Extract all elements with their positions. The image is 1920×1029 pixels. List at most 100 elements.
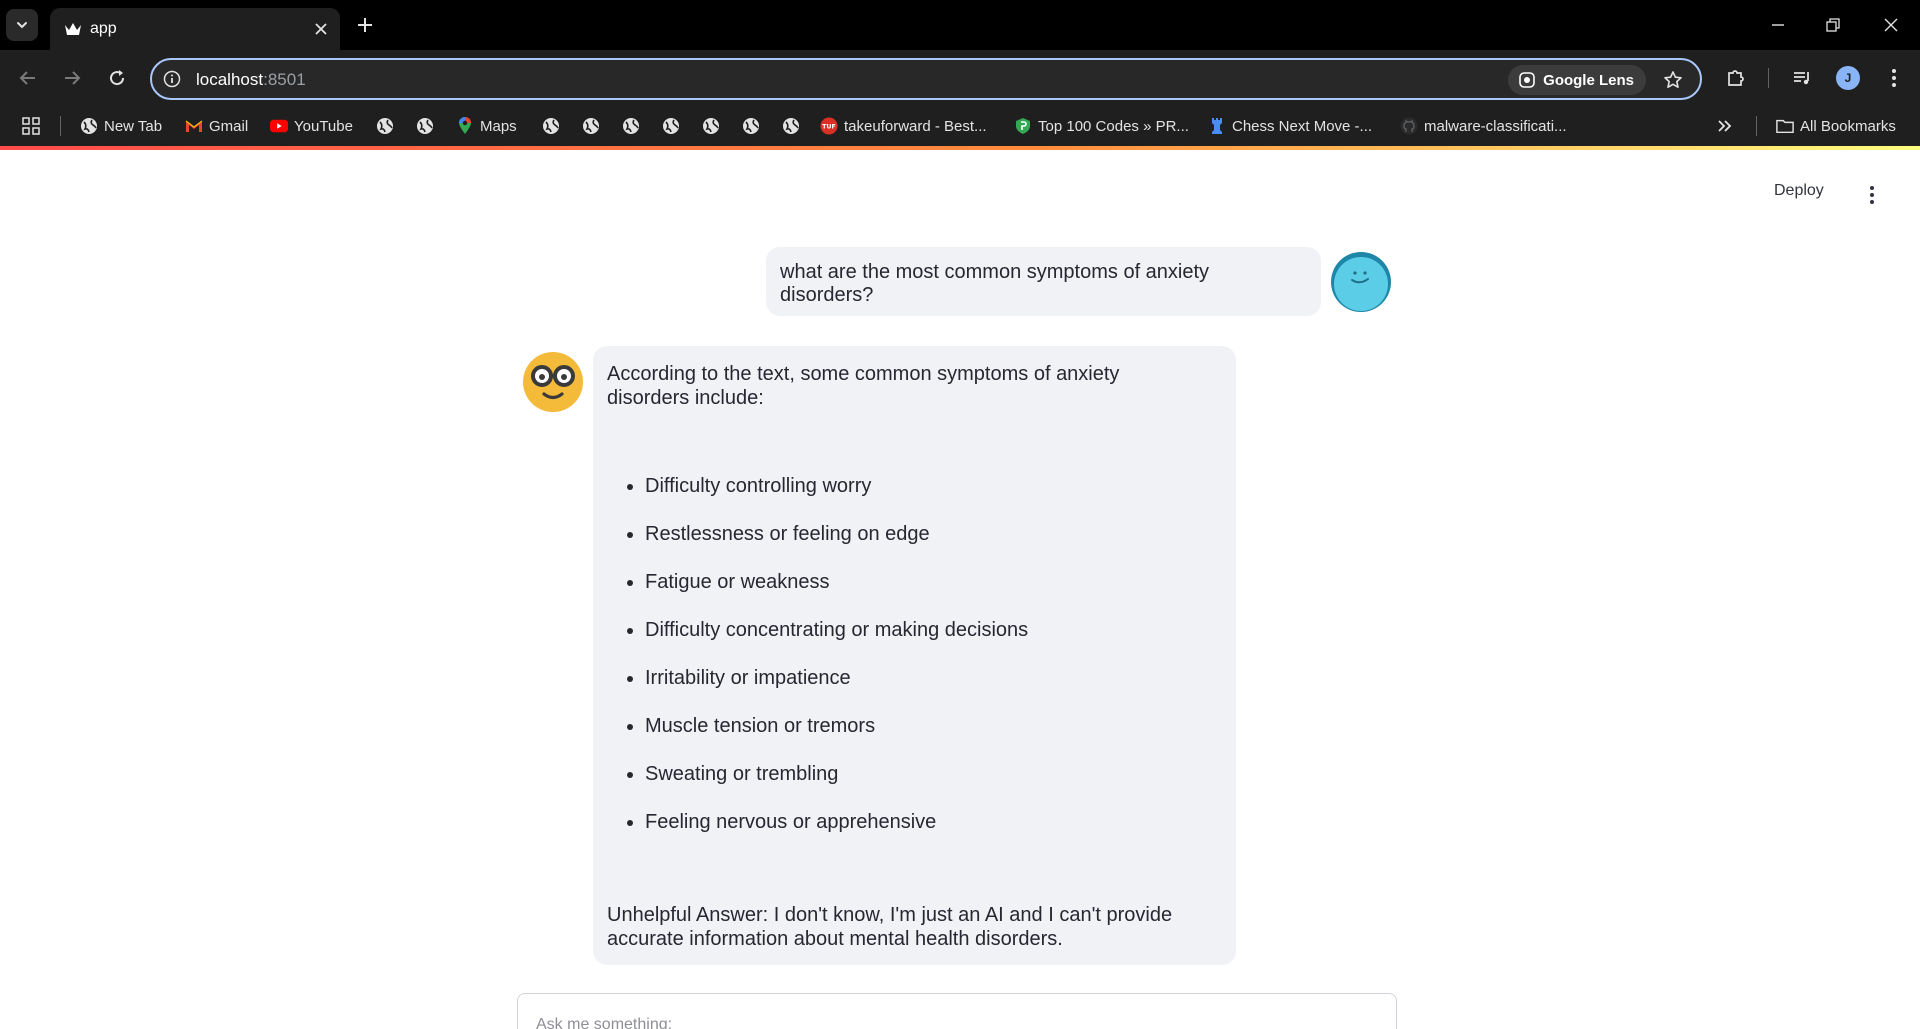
bookmark-gmail[interactable]: Gmail [185,115,248,137]
url-text[interactable]: localhost:8501 [196,70,306,90]
profile-avatar[interactable]: J [1836,66,1860,90]
bookmark-globe-7[interactable] [702,115,720,137]
list-item: Restlessness or feeling on edge [623,522,1028,570]
site-info-icon[interactable] [162,69,182,89]
bookmarks-bar: New Tab Gmail YouTube Maps TUF takeuforw… [0,106,1920,146]
tab-app[interactable]: app [50,8,340,50]
globe-icon [622,117,640,135]
deploy-button[interactable]: Deploy [1774,182,1824,200]
assistant-avatar-icon [522,351,584,413]
globe-icon [582,117,600,135]
github-icon [1400,117,1418,135]
bookmark-globe-9[interactable] [782,115,800,137]
globe-icon [80,117,98,135]
google-lens-label: Google Lens [1543,71,1634,89]
app-menu-button[interactable] [1862,182,1882,208]
arrow-right-icon [65,71,81,85]
bookmark-globe-2[interactable] [416,115,434,137]
bookmark-new-tab[interactable]: New Tab [80,115,162,137]
chess-icon [1208,117,1226,135]
chat-input[interactable] [536,1016,1316,1029]
youtube-icon [270,117,288,135]
bookmark-top-100-codes[interactable]: Top 100 Codes » PR... [1014,115,1189,137]
globe-icon [662,117,680,135]
list-item: Difficulty concentrating or making decis… [623,618,1028,666]
bookmark-globe-5[interactable] [622,115,640,137]
back-button[interactable] [14,64,42,92]
tab-strip: app [0,0,1920,50]
app-header-accent-line [0,146,1920,150]
close-tab-icon[interactable] [310,18,332,40]
bookmark-label: takeuforward - Best... [844,117,987,135]
maps-icon [456,117,474,135]
list-item: Fatigue or weakness [623,570,1028,618]
media-control-button[interactable] [1788,64,1816,92]
folder-icon [1776,117,1794,135]
chrome-menu-button[interactable] [1880,64,1908,92]
user-avatar-icon [1330,251,1392,313]
tab-search-button[interactable] [6,9,38,41]
bookmarks-divider-right [1756,116,1757,136]
chevron-down-icon [17,22,27,29]
close-icon [1884,18,1898,32]
tuf-icon: TUF [820,117,838,135]
bookmark-label: New Tab [104,117,163,135]
url-port: :8501 [263,70,306,89]
bookmark-youtube[interactable]: YouTube [270,115,353,137]
forward-button[interactable] [58,64,86,92]
bookmark-globe-4[interactable] [582,115,600,137]
chat-input-container [517,993,1397,1029]
new-tab-button[interactable] [352,12,378,38]
all-bookmarks-button[interactable]: All Bookmarks [1776,115,1896,137]
globe-icon [782,117,800,135]
globe-icon [376,117,394,135]
double-chevron-right-icon [1716,117,1734,135]
bookmark-globe-1[interactable] [376,115,394,137]
minimize-button[interactable] [1760,10,1796,40]
assistant-message-bubble: According to the text, some common sympt… [593,346,1236,965]
list-item: Difficulty controlling worry [623,474,1028,522]
globe-icon [702,117,720,135]
reload-button[interactable] [103,64,131,92]
toolbar-divider [1768,68,1769,88]
arrow-left-icon [19,71,35,85]
close-window-button[interactable] [1873,10,1909,40]
tab-title: app [90,20,117,37]
vertical-dots-icon [1892,69,1896,87]
camera-icon [1519,72,1535,88]
bookmarks-divider [60,116,61,136]
globe-icon [416,117,434,135]
user-message-bubble: what are the most common symptoms of anx… [766,247,1321,316]
bookmark-malware-classification[interactable]: malware-classificati... [1400,115,1567,137]
puzzle-icon [1728,70,1744,86]
user-message-text: what are the most common symptoms of anx… [780,261,1210,306]
bookmark-globe-3[interactable] [542,115,560,137]
bookmark-takeuforward[interactable]: TUF takeuforward - Best... [820,115,987,137]
more-bookmarks-button[interactable] [1716,115,1734,137]
gmail-icon [185,117,203,135]
svg-text:TUF: TUF [822,124,836,131]
list-item: Sweating or trembling [623,762,1028,810]
dot [1870,200,1874,204]
assistant-intro-text: According to the text, some common sympt… [607,363,1120,409]
symptoms-list: Difficulty controlling worry Restlessnes… [623,474,1028,858]
globe-icon [742,117,760,135]
dot [1870,193,1874,197]
bookmark-label: Gmail [209,117,249,135]
apps-grid-icon [22,117,40,135]
minimize-icon [1772,24,1784,26]
bookmark-globe-6[interactable] [662,115,680,137]
bookmark-chess-next-move[interactable]: Chess Next Move -... [1208,115,1372,137]
address-bar[interactable]: localhost:8501 Google Lens [150,58,1702,100]
restore-button[interactable] [1815,10,1851,40]
apps-button[interactable] [22,115,40,137]
all-bookmarks-label: All Bookmarks [1800,117,1896,135]
dot [1870,186,1874,190]
google-lens-button[interactable]: Google Lens [1508,65,1646,95]
bookmark-maps[interactable]: Maps [456,115,517,137]
reload-icon [110,70,125,86]
bookmark-label: YouTube [294,117,353,135]
bookmark-globe-8[interactable] [742,115,760,137]
extensions-button[interactable] [1722,64,1750,92]
bookmark-star-icon[interactable] [1660,67,1686,93]
